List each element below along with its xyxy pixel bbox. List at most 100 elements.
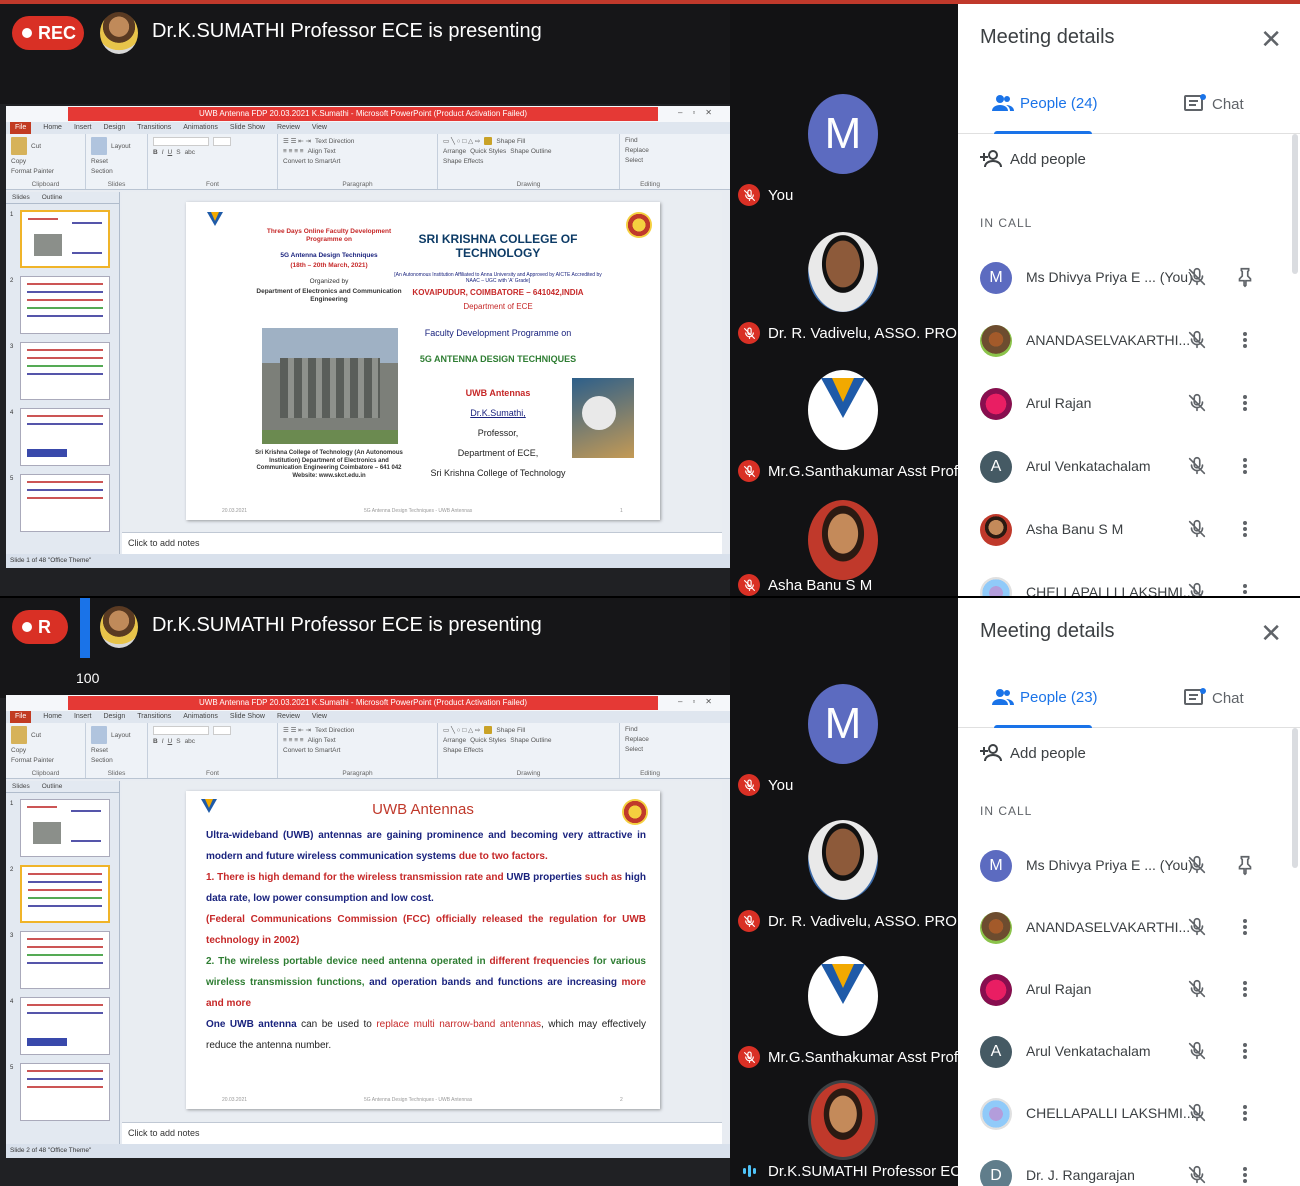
participant-row[interactable]: M Ms Dhivya Priya E ... (You) bbox=[978, 846, 1288, 886]
slide-thumbnail[interactable] bbox=[20, 474, 110, 532]
participant-row[interactable]: D Dr. J. Rangarajan bbox=[978, 1156, 1288, 1186]
shape-fill-button[interactable]: Shape Fill bbox=[496, 727, 525, 734]
tab-people[interactable]: People (23) bbox=[992, 688, 1098, 706]
participant-row[interactable]: Arul Rajan bbox=[978, 970, 1288, 1010]
participant-tile[interactable]: M You bbox=[730, 664, 958, 804]
find-button[interactable]: Find bbox=[625, 726, 638, 733]
tab-outline[interactable]: Outline bbox=[42, 192, 63, 203]
slide-thumbnail[interactable] bbox=[20, 210, 110, 268]
reset-button[interactable]: Reset bbox=[91, 747, 108, 754]
shape-effects-button[interactable]: Shape Effects bbox=[443, 747, 483, 754]
participant-row[interactable]: ANANDASELVAKARTHI... bbox=[978, 321, 1288, 361]
participant-tile[interactable]: Asha Banu S M bbox=[730, 488, 958, 596]
scrollbar[interactable] bbox=[1292, 134, 1298, 274]
quick-styles-button[interactable]: Quick Styles bbox=[470, 737, 506, 744]
tab-transitions[interactable]: Transitions bbox=[137, 711, 171, 723]
tab-animations[interactable]: Animations bbox=[183, 122, 218, 134]
participant-tile[interactable]: Mr.G.Santhakumar Asst Prof... bbox=[730, 350, 971, 490]
tab-insert[interactable]: Insert bbox=[74, 122, 92, 134]
participant-tile[interactable]: Mr.G.Santhakumar Asst Prof... bbox=[730, 936, 971, 1076]
tab-file[interactable]: File bbox=[10, 711, 32, 723]
close-icon[interactable]: ✕ bbox=[1260, 26, 1282, 52]
tab-slides[interactable]: Slides bbox=[12, 192, 30, 203]
arrange-icon[interactable] bbox=[484, 137, 493, 145]
convert-smartart-button[interactable]: Convert to SmartArt bbox=[283, 158, 340, 165]
slide-thumbnail[interactable] bbox=[20, 1063, 110, 1121]
participant-row[interactable]: M Ms Dhivya Priya E ... (You) bbox=[978, 258, 1288, 298]
text-direction-button[interactable]: Text Direction bbox=[315, 138, 354, 145]
tab-insert[interactable]: Insert bbox=[74, 711, 92, 723]
find-button[interactable]: Find bbox=[625, 137, 638, 144]
scrollbar[interactable] bbox=[1292, 728, 1298, 868]
participant-row[interactable]: A Arul Venkatachalam bbox=[978, 447, 1288, 487]
shape-outline-button[interactable]: Shape Outline bbox=[510, 737, 551, 744]
cut-button[interactable]: Cut bbox=[31, 732, 41, 739]
more-vert-icon[interactable] bbox=[1240, 1164, 1250, 1186]
tab-review[interactable]: Review bbox=[277, 711, 300, 723]
more-vert-icon[interactable] bbox=[1240, 1040, 1250, 1062]
participant-tile[interactable]: Dr. R. Vadivelu, ASSO. PROF bbox=[730, 800, 966, 940]
arrange-icon[interactable] bbox=[484, 726, 493, 734]
tab-slide-show[interactable]: Slide Show bbox=[230, 122, 265, 134]
shape-fill-button[interactable]: Shape Fill bbox=[496, 138, 525, 145]
add-people-button[interactable]: Add people bbox=[980, 150, 1086, 168]
reset-button[interactable]: Reset bbox=[91, 158, 108, 165]
volume-slider[interactable] bbox=[80, 598, 90, 658]
replace-button[interactable]: Replace bbox=[625, 736, 649, 743]
slide-thumbnail[interactable] bbox=[20, 799, 110, 857]
font-name-select[interactable] bbox=[153, 137, 209, 146]
select-button[interactable]: Select bbox=[625, 746, 643, 753]
tab-review[interactable]: Review bbox=[277, 122, 300, 134]
more-vert-icon[interactable] bbox=[1240, 392, 1250, 414]
tab-people[interactable]: People (24) bbox=[992, 94, 1098, 112]
tab-animations[interactable]: Animations bbox=[183, 711, 218, 723]
font-size-select[interactable] bbox=[213, 726, 231, 735]
participant-row[interactable]: CHELLAPALLI LAKSHMI... bbox=[978, 573, 1288, 596]
new-slide-icon[interactable] bbox=[91, 726, 107, 744]
notes-pane[interactable]: Click to add notes bbox=[122, 532, 722, 554]
quick-styles-button[interactable]: Quick Styles bbox=[470, 148, 506, 155]
shape-effects-button[interactable]: Shape Effects bbox=[443, 158, 483, 165]
slide-thumbnail[interactable] bbox=[20, 342, 110, 400]
participant-tile[interactable]: Dr. R. Vadivelu, ASSO. PROF bbox=[730, 212, 966, 352]
tab-view[interactable]: View bbox=[312, 122, 327, 134]
section-button[interactable]: Section bbox=[91, 757, 113, 764]
participant-row[interactable]: Arul Rajan bbox=[978, 384, 1288, 424]
convert-smartart-button[interactable]: Convert to SmartArt bbox=[283, 747, 340, 754]
more-vert-icon[interactable] bbox=[1240, 978, 1250, 1000]
participant-tile[interactable]: Dr.K.SUMATHI Professor ECE bbox=[730, 1072, 971, 1186]
font-size-select[interactable] bbox=[213, 137, 231, 146]
window-controls[interactable]: –▫✕ bbox=[678, 697, 722, 706]
paste-icon[interactable] bbox=[11, 726, 27, 744]
add-people-button[interactable]: Add people bbox=[980, 744, 1086, 762]
paste-icon[interactable] bbox=[11, 137, 27, 155]
tab-slide-show[interactable]: Slide Show bbox=[230, 711, 265, 723]
layout-button[interactable]: Layout bbox=[111, 732, 131, 739]
format-painter-button[interactable]: Format Painter bbox=[11, 757, 54, 764]
more-vert-icon[interactable] bbox=[1240, 329, 1250, 351]
pin-icon[interactable] bbox=[1234, 854, 1256, 881]
tab-outline[interactable]: Outline bbox=[42, 781, 63, 792]
tab-slides[interactable]: Slides bbox=[12, 781, 30, 792]
section-button[interactable]: Section bbox=[91, 168, 113, 175]
tab-file[interactable]: File bbox=[10, 122, 32, 134]
more-vert-icon[interactable] bbox=[1240, 916, 1250, 938]
align-text-button[interactable]: Align Text bbox=[308, 737, 336, 744]
arrange-button[interactable]: Arrange bbox=[443, 737, 466, 744]
tab-chat[interactable]: Chat bbox=[1184, 94, 1244, 114]
font-name-select[interactable] bbox=[153, 726, 209, 735]
layout-button[interactable]: Layout bbox=[111, 143, 131, 150]
select-button[interactable]: Select bbox=[625, 157, 643, 164]
tab-home[interactable]: Home bbox=[43, 711, 62, 723]
tab-design[interactable]: Design bbox=[103, 122, 125, 134]
shape-outline-button[interactable]: Shape Outline bbox=[510, 148, 551, 155]
participant-row[interactable]: A Arul Venkatachalam bbox=[978, 1032, 1288, 1072]
align-text-button[interactable]: Align Text bbox=[308, 148, 336, 155]
format-painter-button[interactable]: Format Painter bbox=[11, 168, 54, 175]
arrange-button[interactable]: Arrange bbox=[443, 148, 466, 155]
pin-icon[interactable] bbox=[1234, 266, 1256, 293]
participant-row[interactable]: Asha Banu S M bbox=[978, 510, 1288, 550]
current-slide[interactable]: UWB Antennas Ultra-wideband (UWB) antenn… bbox=[186, 791, 660, 1109]
replace-button[interactable]: Replace bbox=[625, 147, 649, 154]
tab-design[interactable]: Design bbox=[103, 711, 125, 723]
